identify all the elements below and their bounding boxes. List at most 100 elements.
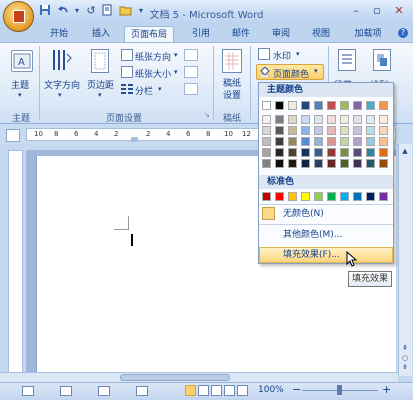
theme-shade-swatch[interactable] [314, 126, 323, 135]
vertical-scrollbar[interactable] [398, 144, 412, 376]
theme-shade-swatch[interactable] [340, 137, 349, 146]
theme-shade-swatch[interactable] [262, 115, 271, 124]
text-direction-icon[interactable] [50, 48, 72, 74]
zoom-slider-thumb[interactable] [337, 385, 342, 395]
theme-shade-swatch[interactable] [353, 115, 362, 124]
arrange-icon[interactable] [373, 49, 391, 71]
word-count-icon[interactable] [60, 386, 72, 396]
minimize-button[interactable]: – [346, 3, 366, 19]
standard-color-swatch[interactable] [288, 192, 297, 201]
office-button[interactable] [3, 1, 34, 32]
theme-shade-swatch[interactable] [301, 148, 310, 157]
theme-shade-swatch[interactable] [314, 115, 323, 124]
theme-shade-swatch[interactable] [314, 159, 323, 168]
theme-shade-swatch[interactable] [327, 137, 336, 146]
columns-button[interactable]: 分栏 [135, 84, 153, 97]
theme-color-swatch[interactable] [314, 101, 323, 110]
select-browse-icon[interactable]: ○ [400, 354, 410, 363]
horizontal-scroll-thumb[interactable] [120, 374, 230, 381]
dialog-launcher-icon[interactable]: ↘ [204, 111, 210, 119]
theme-shade-swatch[interactable] [379, 126, 388, 135]
theme-shade-swatch[interactable] [340, 115, 349, 124]
theme-shade-swatch[interactable] [275, 137, 284, 146]
theme-shade-swatch[interactable] [275, 159, 284, 168]
margins-label[interactable]: 页边距 [87, 78, 114, 91]
theme-shade-swatch[interactable] [366, 115, 375, 124]
theme-color-swatch[interactable] [340, 101, 349, 110]
standard-color-swatch[interactable] [379, 192, 388, 201]
tab-view[interactable]: 视图 [306, 26, 336, 42]
manuscript-settings-button[interactable]: 稿纸设置 [220, 78, 244, 102]
manuscript-icon[interactable] [222, 49, 242, 73]
theme-color-swatch[interactable] [379, 101, 388, 110]
outline-view-icon[interactable] [224, 385, 235, 396]
help-icon[interactable]: ? [398, 28, 408, 38]
theme-shade-swatch[interactable] [379, 159, 388, 168]
themes-icon[interactable]: A [11, 50, 33, 72]
theme-color-swatch[interactable] [353, 101, 362, 110]
theme-shade-swatch[interactable] [379, 148, 388, 157]
theme-shade-swatch[interactable] [301, 115, 310, 124]
theme-shade-swatch[interactable] [379, 137, 388, 146]
theme-shade-swatch[interactable] [340, 159, 349, 168]
draft-view-icon[interactable] [237, 385, 248, 396]
web-layout-icon[interactable] [211, 385, 222, 396]
theme-shade-swatch[interactable] [288, 115, 297, 124]
theme-shade-swatch[interactable] [366, 126, 375, 135]
theme-shade-swatch[interactable] [353, 148, 362, 157]
tab-references[interactable]: 引用 [186, 26, 216, 42]
page-status-icon[interactable] [22, 386, 34, 396]
theme-shade-swatch[interactable] [301, 137, 310, 146]
breaks-icon[interactable] [184, 49, 198, 61]
standard-color-swatch[interactable] [327, 192, 336, 201]
line-numbers-icon[interactable] [184, 66, 198, 78]
theme-shade-swatch[interactable] [288, 126, 297, 135]
theme-shade-swatch[interactable] [262, 148, 271, 157]
next-page-icon[interactable]: ⇟ [400, 363, 410, 372]
watermark-button[interactable]: 水印 [273, 49, 291, 62]
theme-shade-swatch[interactable] [314, 148, 323, 157]
prev-page-icon[interactable]: ⇞ [400, 344, 410, 353]
theme-color-swatch[interactable] [275, 101, 284, 110]
theme-shade-swatch[interactable] [288, 159, 297, 168]
theme-color-swatch[interactable] [262, 101, 271, 110]
theme-shade-swatch[interactable] [288, 137, 297, 146]
theme-shade-swatch[interactable] [366, 159, 375, 168]
tab-mailings[interactable]: 邮件 [226, 26, 256, 42]
tab-review[interactable]: 审阅 [266, 26, 296, 42]
standard-color-swatch[interactable] [314, 192, 323, 201]
tab-page-layout[interactable]: 页面布局 [124, 26, 174, 42]
theme-shade-swatch[interactable] [353, 137, 362, 146]
theme-shade-swatch[interactable] [275, 126, 284, 135]
standard-color-swatch[interactable] [366, 192, 375, 201]
theme-shade-swatch[interactable] [262, 159, 271, 168]
theme-shade-swatch[interactable] [262, 126, 271, 135]
margins-icon[interactable] [91, 49, 109, 73]
theme-shade-swatch[interactable] [288, 148, 297, 157]
paragraph-icon[interactable] [338, 49, 356, 71]
close-button[interactable]: ✕ [389, 3, 409, 19]
theme-color-swatch[interactable] [288, 101, 297, 110]
language-icon[interactable] [98, 386, 110, 396]
standard-color-swatch[interactable] [340, 192, 349, 201]
theme-shade-swatch[interactable] [314, 137, 323, 146]
theme-shade-swatch[interactable] [353, 159, 362, 168]
full-screen-reading-icon[interactable] [198, 385, 209, 396]
zoom-in-button[interactable]: + [382, 383, 391, 396]
theme-shade-swatch[interactable] [340, 148, 349, 157]
zoom-out-button[interactable]: − [292, 383, 301, 396]
themes-button-label[interactable]: 主题 [11, 78, 29, 91]
restore-button[interactable]: ▫ [367, 3, 387, 19]
more-colors-item[interactable]: 其他颜色(M)... [283, 227, 383, 243]
scroll-up-icon[interactable]: ▲ [400, 146, 410, 156]
theme-shade-swatch[interactable] [262, 137, 271, 146]
standard-color-swatch[interactable] [301, 192, 310, 201]
theme-shade-swatch[interactable] [275, 115, 284, 124]
standard-color-swatch[interactable] [353, 192, 362, 201]
theme-shade-swatch[interactable] [301, 126, 310, 135]
standard-color-swatch[interactable] [262, 192, 271, 201]
tab-selector-button[interactable] [6, 129, 20, 142]
zoom-level[interactable]: 100% [258, 385, 284, 395]
paper-size-button[interactable]: 纸张大小 [135, 67, 171, 80]
orientation-button[interactable]: 纸张方向 [135, 50, 171, 63]
